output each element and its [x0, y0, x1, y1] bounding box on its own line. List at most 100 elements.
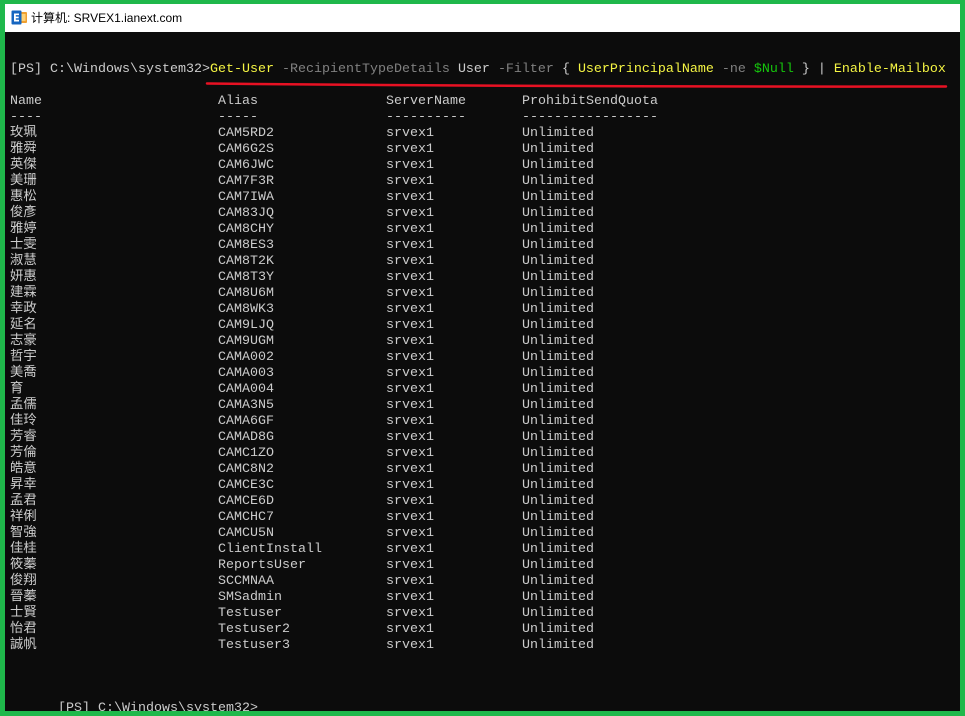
cell-alias: CAM6JWC	[218, 158, 274, 173]
cell-server-name: srvex1	[386, 430, 434, 445]
cell-alias: CAMA3N5	[218, 398, 274, 413]
table-row: 士雯 CAM8ES3 srvex1 Unlimited	[5, 238, 960, 254]
cell-prohibit-send-quota: Unlimited	[522, 558, 594, 573]
cell-server-name: srvex1	[386, 142, 434, 157]
table-row: 芳倫 CAMC1ZO srvex1 Unlimited	[5, 446, 960, 462]
filter-null-variable: $Null	[753, 62, 794, 77]
cell-prohibit-send-quota: Unlimited	[522, 638, 594, 653]
cell-name: 俊翔	[10, 574, 37, 589]
console-output[interactable]: [PS] C:\Windows\system32>Get-User -Recip…	[5, 32, 960, 711]
title-bar[interactable]: 计算机: SRVEX1.ianext.com	[5, 4, 960, 32]
exchange-management-shell-icon	[11, 9, 28, 26]
table-row: 佳玲 CAMA6GF srvex1 Unlimited	[5, 414, 960, 430]
filter-property: UserPrincipalName	[577, 62, 714, 77]
cell-server-name: srvex1	[386, 286, 434, 301]
cell-prohibit-send-quota: Unlimited	[522, 462, 594, 477]
cell-server-name: srvex1	[386, 606, 434, 621]
cell-prohibit-send-quota: Unlimited	[522, 478, 594, 493]
cell-server-name: srvex1	[386, 382, 434, 397]
cell-name: 佳玲	[10, 414, 37, 429]
cell-alias: CAMC1ZO	[218, 446, 274, 461]
cell-name: 筱蓁	[10, 558, 37, 573]
cell-alias: CAM83JQ	[218, 206, 274, 221]
console-input-line[interactable]: [PS] C:\Windows\system32>	[10, 685, 258, 711]
cell-server-name: srvex1	[386, 190, 434, 205]
cell-prohibit-send-quota: Unlimited	[522, 270, 594, 285]
header-prohibit-send-quota: ProhibitSendQuota	[522, 94, 658, 109]
cell-server-name: srvex1	[386, 398, 434, 413]
table-row: 雅婷 CAM8CHY srvex1 Unlimited	[5, 222, 960, 238]
cell-prohibit-send-quota: Unlimited	[522, 382, 594, 397]
window-title: 计算机: SRVEX1.ianext.com	[31, 11, 183, 25]
cell-alias: CAMCHC7	[218, 510, 274, 525]
arg-user: User	[457, 62, 490, 77]
cell-name: 芳倫	[10, 446, 37, 461]
cell-prohibit-send-quota: Unlimited	[522, 158, 594, 173]
cell-alias: CAM8CHY	[218, 222, 274, 237]
table-row: 美珊 CAM7F3R srvex1 Unlimited	[5, 174, 960, 190]
table-row: 志豪 CAM9UGM srvex1 Unlimited	[5, 334, 960, 350]
cell-prohibit-send-quota: Unlimited	[522, 606, 594, 621]
cell-alias: Testuser2	[218, 622, 290, 637]
filter-open-brace: {	[561, 62, 570, 77]
table-separator: ---- ----- ---------- -----------------	[5, 110, 960, 126]
cell-server-name: srvex1	[386, 478, 434, 493]
cell-server-name: srvex1	[386, 414, 434, 429]
cell-alias: CAM8T3Y	[218, 270, 274, 285]
cell-prohibit-send-quota: Unlimited	[522, 318, 594, 333]
header-server-name: ServerName	[386, 94, 466, 109]
command-line: [PS] C:\Windows\system32>Get-User -Recip…	[10, 62, 946, 78]
cell-name: 智強	[10, 526, 37, 541]
cell-prohibit-send-quota: Unlimited	[522, 510, 594, 525]
cell-name: 士雯	[10, 238, 37, 253]
cell-name: 建霖	[10, 286, 37, 301]
cell-server-name: srvex1	[386, 446, 434, 461]
table-row: 士賢 Testuser srvex1 Unlimited	[5, 606, 960, 622]
separator-name: ----	[10, 110, 42, 125]
cell-server-name: srvex1	[386, 158, 434, 173]
cell-server-name: srvex1	[386, 238, 434, 253]
table-row: 育 CAMA004 srvex1 Unlimited	[5, 382, 960, 398]
cell-name: 幸政	[10, 302, 37, 317]
table-row: 英傑 CAM6JWC srvex1 Unlimited	[5, 158, 960, 174]
next-prompt: [PS] C:\Windows\system32>	[58, 701, 258, 711]
table-row: 雅舜 CAM6G2S srvex1 Unlimited	[5, 142, 960, 158]
table-row: 俊彥 CAM83JQ srvex1 Unlimited	[5, 206, 960, 222]
cell-server-name: srvex1	[386, 222, 434, 237]
cell-prohibit-send-quota: Unlimited	[522, 286, 594, 301]
param-recipient-type-details: -RecipientTypeDetails	[281, 62, 450, 77]
table-row: 芳睿 CAMAD8G srvex1 Unlimited	[5, 430, 960, 446]
cell-prohibit-send-quota: Unlimited	[522, 398, 594, 413]
separator-server-name: ----------	[386, 110, 466, 125]
cell-name: 淑慧	[10, 254, 37, 269]
cell-name: 哲宇	[10, 350, 37, 365]
header-alias: Alias	[218, 94, 258, 109]
cell-prohibit-send-quota: Unlimited	[522, 206, 594, 221]
filter-close-brace: }	[801, 62, 810, 77]
cell-name: 俊彥	[10, 206, 37, 221]
cell-name: 惠松	[10, 190, 37, 205]
table-row: 智強 CAMCU5N srvex1 Unlimited	[5, 526, 960, 542]
cell-prohibit-send-quota: Unlimited	[522, 494, 594, 509]
cell-server-name: srvex1	[386, 318, 434, 333]
cell-server-name: srvex1	[386, 574, 434, 589]
table-row: 皓意 CAMC8N2 srvex1 Unlimited	[5, 462, 960, 478]
cell-server-name: srvex1	[386, 206, 434, 221]
table-row: 哲宇 CAMA002 srvex1 Unlimited	[5, 350, 960, 366]
cell-alias: CAMC8N2	[218, 462, 274, 477]
table-row: 幸政 CAM8WK3 srvex1 Unlimited	[5, 302, 960, 318]
cell-prohibit-send-quota: Unlimited	[522, 526, 594, 541]
table-row: 俊翔 SCCMNAA srvex1 Unlimited	[5, 574, 960, 590]
table-row: 昇幸 CAMCE3C srvex1 Unlimited	[5, 478, 960, 494]
cell-alias: CAM7IWA	[218, 190, 274, 205]
cell-name: 祥俐	[10, 510, 37, 525]
cell-name: 孟儒	[10, 398, 37, 413]
filter-operator: -ne	[721, 62, 746, 77]
cell-server-name: srvex1	[386, 302, 434, 317]
cell-name: 佳桂	[10, 542, 37, 557]
cell-name: 妍惠	[10, 270, 37, 285]
cell-alias: CAM8WK3	[218, 302, 274, 317]
table-row: 淑慧 CAM8T2K srvex1 Unlimited	[5, 254, 960, 270]
cell-prohibit-send-quota: Unlimited	[522, 446, 594, 461]
cell-server-name: srvex1	[386, 462, 434, 477]
